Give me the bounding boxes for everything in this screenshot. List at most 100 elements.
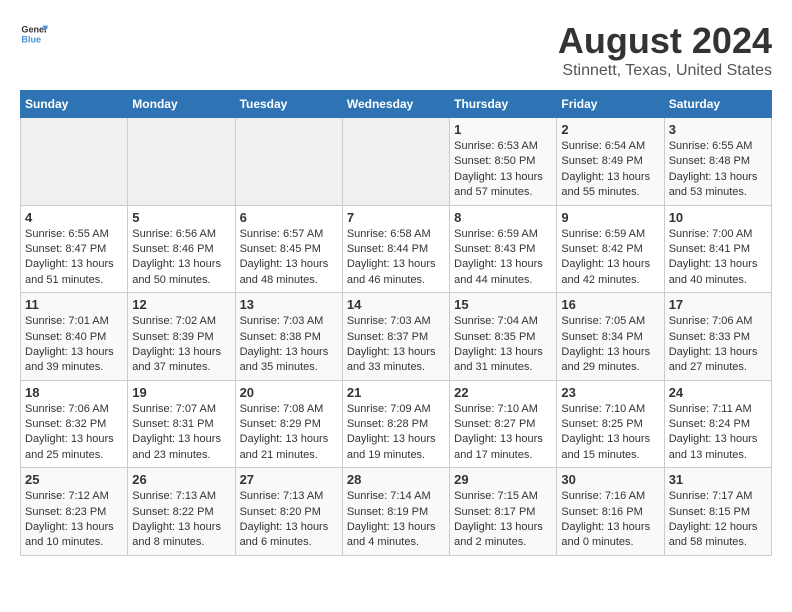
- day-info: Sunrise: 7:13 AM Sunset: 8:20 PM Dayligh…: [240, 489, 338, 551]
- calendar-cell: [128, 118, 235, 206]
- day-number: 4: [25, 210, 123, 225]
- day-number: 3: [669, 122, 767, 137]
- day-info: Sunrise: 7:10 AM Sunset: 8:25 PM Dayligh…: [561, 402, 659, 464]
- calendar-cell: 2 Sunrise: 6:54 AM Sunset: 8:49 PM Daylig…: [557, 118, 664, 206]
- day-info: Sunrise: 7:03 AM Sunset: 8:37 PM Dayligh…: [347, 314, 445, 376]
- title-area: August 2024 Stinnett, Texas, United Stat…: [558, 20, 772, 80]
- weekday-header-thursday: Thursday: [450, 91, 557, 118]
- calendar-cell: 25Sunrise: 7:12 AM Sunset: 8:23 PM Dayli…: [21, 468, 128, 556]
- calendar-cell: 20 Sunrise: 7:08 AM Sunset: 8:29 PM Dayli…: [235, 380, 342, 468]
- day-number: 14: [347, 297, 445, 312]
- day-number: 8: [454, 210, 552, 225]
- day-info: Sunrise: 6:56 AM Sunset: 8:46 PM Dayligh…: [132, 227, 230, 289]
- calendar-cell: 6 Sunrise: 6:57 AM Sunset: 8:45 PM Daylig…: [235, 205, 342, 293]
- day-number: 21: [347, 385, 445, 400]
- day-number: 7: [347, 210, 445, 225]
- day-number: 31: [669, 472, 767, 487]
- day-info: Sunrise: 6:59 AM Sunset: 8:43 PM Dayligh…: [454, 227, 552, 289]
- day-number: 13: [240, 297, 338, 312]
- calendar-cell: 13 Sunrise: 7:03 AM Sunset: 8:38 PM Dayli…: [235, 293, 342, 381]
- day-number: 18: [25, 385, 123, 400]
- calendar-cell: 31 Sunrise: 7:17 AM Sunset: 8:15 PM Dayli…: [664, 468, 771, 556]
- day-number: 30: [561, 472, 659, 487]
- calendar-cell: 9 Sunrise: 6:59 AM Sunset: 8:42 PM Daylig…: [557, 205, 664, 293]
- page-subtitle: Stinnett, Texas, United States: [558, 62, 772, 80]
- day-info: Sunrise: 7:07 AM Sunset: 8:31 PM Dayligh…: [132, 402, 230, 464]
- logo: General Blue: [20, 20, 48, 48]
- day-number: 25: [25, 472, 123, 487]
- calendar-cell: 10Sunrise: 7:00 AM Sunset: 8:41 PM Dayli…: [664, 205, 771, 293]
- day-info: Sunrise: 7:16 AM Sunset: 8:16 PM Dayligh…: [561, 489, 659, 551]
- calendar-cell: 8 Sunrise: 6:59 AM Sunset: 8:43 PM Daylig…: [450, 205, 557, 293]
- day-info: Sunrise: 7:09 AM Sunset: 8:28 PM Dayligh…: [347, 402, 445, 464]
- day-number: 10: [669, 210, 767, 225]
- day-info: Sunrise: 6:55 AM Sunset: 8:47 PM Dayligh…: [25, 227, 123, 289]
- day-number: 6: [240, 210, 338, 225]
- page-title: August 2024: [558, 20, 772, 62]
- svg-text:Blue: Blue: [21, 34, 41, 44]
- day-info: Sunrise: 6:59 AM Sunset: 8:42 PM Dayligh…: [561, 227, 659, 289]
- day-info: Sunrise: 6:58 AM Sunset: 8:44 PM Dayligh…: [347, 227, 445, 289]
- day-number: 23: [561, 385, 659, 400]
- day-info: Sunrise: 7:15 AM Sunset: 8:17 PM Dayligh…: [454, 489, 552, 551]
- calendar-cell: 27Sunrise: 7:13 AM Sunset: 8:20 PM Dayli…: [235, 468, 342, 556]
- calendar-cell: [21, 118, 128, 206]
- day-number: 9: [561, 210, 659, 225]
- calendar-cell: 18 Sunrise: 7:06 AM Sunset: 8:32 PM Dayli…: [21, 380, 128, 468]
- day-info: Sunrise: 7:11 AM Sunset: 8:24 PM Dayligh…: [669, 402, 767, 464]
- weekday-header-saturday: Saturday: [664, 91, 771, 118]
- day-info: Sunrise: 7:17 AM Sunset: 8:15 PM Dayligh…: [669, 489, 767, 551]
- calendar-cell: 16Sunrise: 7:05 AM Sunset: 8:34 PM Dayli…: [557, 293, 664, 381]
- day-info: Sunrise: 7:05 AM Sunset: 8:34 PM Dayligh…: [561, 314, 659, 376]
- day-number: 1: [454, 122, 552, 137]
- day-info: Sunrise: 7:06 AM Sunset: 8:32 PM Dayligh…: [25, 402, 123, 464]
- day-info: Sunrise: 7:01 AM Sunset: 8:40 PM Dayligh…: [25, 314, 123, 376]
- day-info: Sunrise: 6:54 AM Sunset: 8:49 PM Dayligh…: [561, 139, 659, 201]
- calendar-cell: 22 Sunrise: 7:10 AM Sunset: 8:27 PM Dayli…: [450, 380, 557, 468]
- weekday-header-tuesday: Tuesday: [235, 91, 342, 118]
- day-info: Sunrise: 7:10 AM Sunset: 8:27 PM Dayligh…: [454, 402, 552, 464]
- calendar-cell: 7 Sunrise: 6:58 AM Sunset: 8:44 PM Daylig…: [342, 205, 449, 293]
- day-number: 11: [25, 297, 123, 312]
- calendar-cell: 15Sunrise: 7:04 AM Sunset: 8:35 PM Dayli…: [450, 293, 557, 381]
- calendar-cell: [342, 118, 449, 206]
- day-info: Sunrise: 7:06 AM Sunset: 8:33 PM Dayligh…: [669, 314, 767, 376]
- day-number: 19: [132, 385, 230, 400]
- weekday-header-friday: Friday: [557, 91, 664, 118]
- calendar-cell: 24Sunrise: 7:11 AM Sunset: 8:24 PM Dayli…: [664, 380, 771, 468]
- day-number: 29: [454, 472, 552, 487]
- calendar-cell: 21 Sunrise: 7:09 AM Sunset: 8:28 PM Dayli…: [342, 380, 449, 468]
- day-number: 5: [132, 210, 230, 225]
- day-info: Sunrise: 7:02 AM Sunset: 8:39 PM Dayligh…: [132, 314, 230, 376]
- calendar-cell: 1 Sunrise: 6:53 AM Sunset: 8:50 PM Daylig…: [450, 118, 557, 206]
- calendar-cell: [235, 118, 342, 206]
- day-info: Sunrise: 6:55 AM Sunset: 8:48 PM Dayligh…: [669, 139, 767, 201]
- day-info: Sunrise: 7:08 AM Sunset: 8:29 PM Dayligh…: [240, 402, 338, 464]
- calendar-table: SundayMondayTuesdayWednesdayThursdayFrid…: [20, 90, 772, 556]
- calendar-cell: 30 Sunrise: 7:16 AM Sunset: 8:16 PM Dayli…: [557, 468, 664, 556]
- header: General Blue August 2024 Stinnett, Texas…: [20, 20, 772, 80]
- day-info: Sunrise: 7:14 AM Sunset: 8:19 PM Dayligh…: [347, 489, 445, 551]
- weekday-header-wednesday: Wednesday: [342, 91, 449, 118]
- logo-icon: General Blue: [20, 20, 48, 48]
- day-info: Sunrise: 7:03 AM Sunset: 8:38 PM Dayligh…: [240, 314, 338, 376]
- calendar-cell: 23 Sunrise: 7:10 AM Sunset: 8:25 PM Dayli…: [557, 380, 664, 468]
- day-number: 17: [669, 297, 767, 312]
- day-info: Sunrise: 6:53 AM Sunset: 8:50 PM Dayligh…: [454, 139, 552, 201]
- day-number: 22: [454, 385, 552, 400]
- day-number: 12: [132, 297, 230, 312]
- calendar-cell: 5 Sunrise: 6:56 AM Sunset: 8:46 PM Daylig…: [128, 205, 235, 293]
- calendar-cell: 26Sunrise: 7:13 AM Sunset: 8:22 PM Dayli…: [128, 468, 235, 556]
- calendar-cell: 29 Sunrise: 7:15 AM Sunset: 8:17 PM Dayli…: [450, 468, 557, 556]
- day-number: 15: [454, 297, 552, 312]
- day-number: 20: [240, 385, 338, 400]
- calendar-cell: 3 Sunrise: 6:55 AM Sunset: 8:48 PM Daylig…: [664, 118, 771, 206]
- day-number: 28: [347, 472, 445, 487]
- day-info: Sunrise: 6:57 AM Sunset: 8:45 PM Dayligh…: [240, 227, 338, 289]
- weekday-header-monday: Monday: [128, 91, 235, 118]
- day-number: 2: [561, 122, 659, 137]
- calendar-cell: 19 Sunrise: 7:07 AM Sunset: 8:31 PM Dayli…: [128, 380, 235, 468]
- calendar-cell: 4 Sunrise: 6:55 AM Sunset: 8:47 PM Daylig…: [21, 205, 128, 293]
- weekday-header-sunday: Sunday: [21, 91, 128, 118]
- calendar-cell: 17 Sunrise: 7:06 AM Sunset: 8:33 PM Dayli…: [664, 293, 771, 381]
